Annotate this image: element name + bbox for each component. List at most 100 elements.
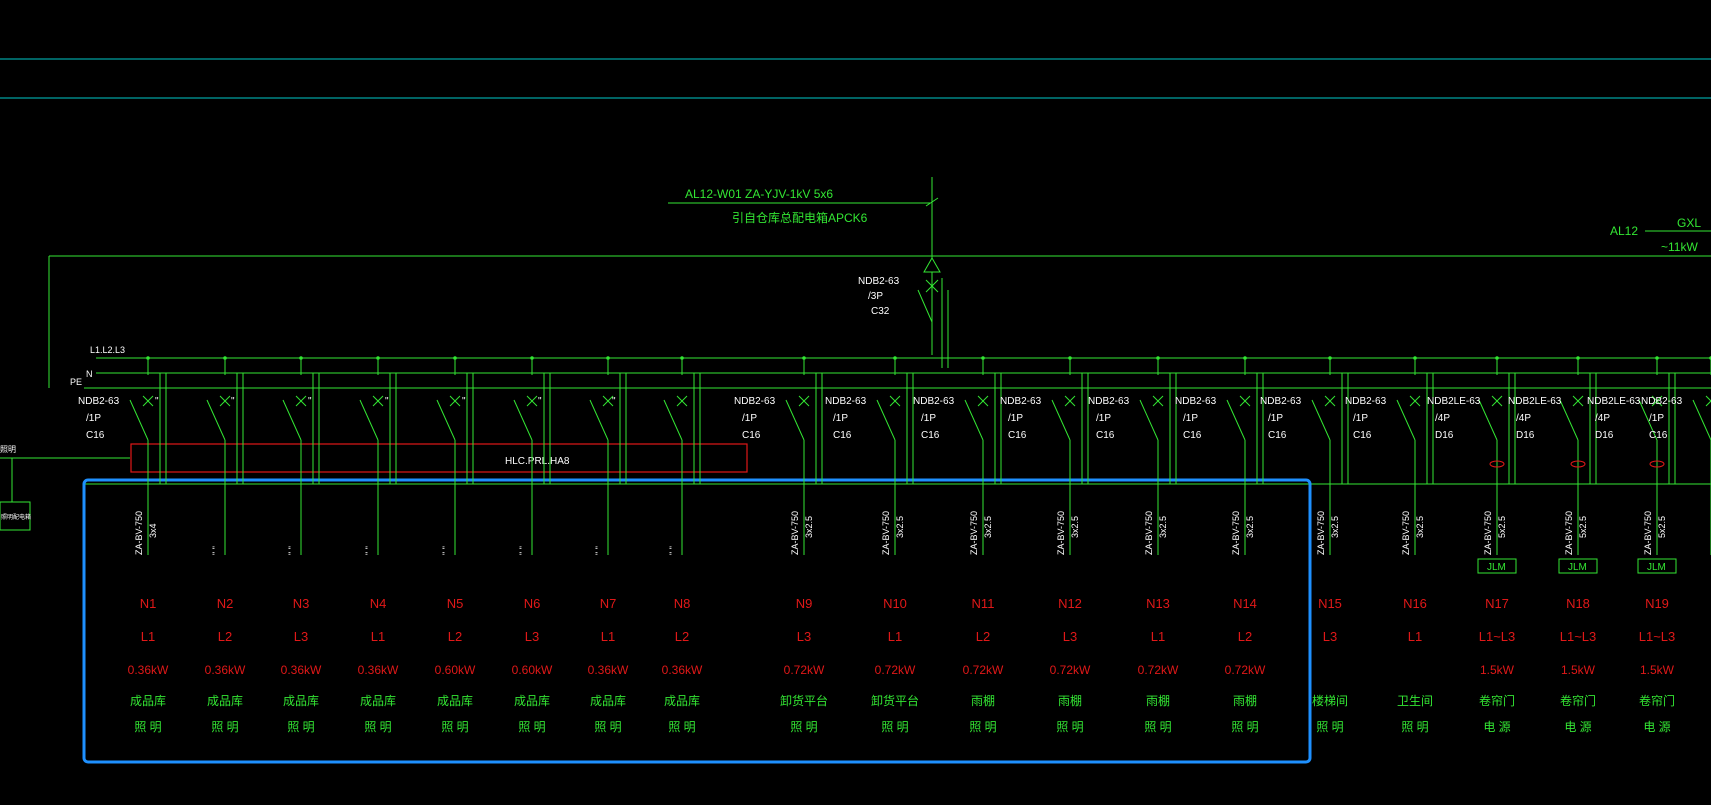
circuit-name-label: 成品库	[590, 693, 626, 708]
breaker-spec-text: C16	[86, 430, 105, 441]
breaker-spec-text: NDB2LE-63	[1508, 396, 1562, 407]
feeder-circuit-N15: NDB2-63/1P C16 ZA-BV-750 3x2.5 N15 L3 楼梯间照 明	[1260, 356, 1349, 734]
left-stub-label: 照明	[0, 445, 16, 454]
breaker-spec-text: /1P	[86, 413, 101, 424]
circuit-name-label: 卸货平台	[780, 693, 828, 708]
breaker-blade	[589, 399, 609, 441]
cable-size-text: 3x2.5	[1415, 516, 1425, 538]
bus-node-dot	[453, 356, 457, 360]
breaker-spec-text: NDB2-63	[78, 396, 120, 407]
circuit-use-label: 照 明	[594, 720, 621, 734]
breaker-cross-b	[1705, 400, 1711, 407]
main-breaker-blade	[917, 289, 933, 323]
breaker-spec-text: "	[385, 396, 389, 407]
circuit-name-label: 成品库	[283, 693, 319, 708]
circuit-power-label: 0.36kW	[662, 663, 703, 677]
incoming-source-label: 引自仓库总配电箱APCK6	[732, 210, 868, 225]
breaker-spec-text: "	[462, 396, 466, 407]
single-line-diagram: AL12-W01 ZA-YJV-1kV 5x6 引自仓库总配电箱APCK6 ND…	[0, 58, 1711, 764]
breaker-spec-text: NDB2LE-63	[1427, 396, 1481, 407]
circuit-phase-label: L2	[448, 629, 462, 644]
circuit-phase-label: L3	[525, 629, 539, 644]
breaker-cross-a	[1705, 395, 1711, 402]
breaker-spec-text: NDB2-63	[1088, 396, 1130, 407]
circuit-phase-label: L1	[1151, 629, 1165, 644]
circuit-use-label: 照 明	[1144, 720, 1171, 734]
breaker-spec-text: C16	[833, 430, 852, 441]
circuit-name-label: 雨棚	[1146, 693, 1170, 708]
breaker-spec-text: "	[308, 396, 312, 407]
right-panel-type: GXL	[1677, 216, 1701, 230]
circuit-power-label: 0.72kW	[875, 663, 916, 677]
breaker-spec-text: D16	[1516, 430, 1535, 441]
circuit-power-label: 1.5kW	[1561, 663, 1596, 677]
breaker-spec-text: /1P	[1008, 413, 1023, 424]
circuit-id-label: N19	[1645, 596, 1669, 611]
breaker-blade	[1139, 399, 1159, 441]
right-panel-power: ~11kW	[1661, 240, 1698, 254]
feeder-circuit-N2: " " " N2 L2 0.36kW 成品库照 明	[155, 356, 246, 734]
circuit-use-label: 电 源	[1564, 720, 1591, 734]
circuit-phase-label: L1~L3	[1560, 629, 1597, 644]
cable-spec-text: ZA-BV-750	[1056, 511, 1066, 555]
breaker-spec-text: C16	[1183, 430, 1202, 441]
circuit-name-label: 成品库	[664, 693, 700, 708]
breaker-blade	[206, 399, 226, 441]
left-box-label: 照明配电箱	[1, 513, 31, 521]
circuit-name-label: 雨棚	[1233, 693, 1257, 708]
bus-node-dot	[1413, 356, 1417, 360]
circuit-id-label: N4	[370, 596, 387, 611]
cable-size-text: 3x2.5	[1245, 516, 1255, 538]
breaker-spec-text: C16	[1649, 430, 1668, 441]
breaker-spec-text: /1P	[921, 413, 936, 424]
bus-node-dot	[893, 356, 897, 360]
breaker-blade	[1396, 399, 1416, 441]
circuit-id-label: N17	[1485, 596, 1509, 611]
breaker-spec-text: NDB2-63	[1345, 396, 1387, 407]
circuit-name-label: 卫生间	[1397, 694, 1433, 708]
breaker-blade	[876, 399, 896, 441]
bus-node-dot	[1068, 356, 1072, 360]
feeder-circuit-N6: " " " N6 L3 0.60kW 成品库照 明	[462, 356, 553, 734]
circuit-use-label: 照 明	[1231, 720, 1258, 734]
cable-spec-text: " "	[364, 546, 374, 555]
right-panel-name: AL12	[1610, 224, 1638, 238]
breaker-spec-text: /4P	[1435, 413, 1450, 424]
controller-box[interactable]	[130, 443, 748, 473]
bus-phases-label: L1.L2.L3	[90, 345, 125, 355]
breaker-spec-text: /4P	[1516, 413, 1531, 424]
feeder-circuit-N13: NDB2-63/1P C16 ZA-BV-750 3x2.5 N13 L1 0.72kW 雨棚…	[1088, 356, 1179, 734]
bus-node-dot	[1655, 356, 1659, 360]
circuit-use-label: 照 明	[790, 720, 817, 734]
selection-rectangle[interactable]	[82, 478, 1312, 764]
circuit-phase-label: L1	[888, 629, 902, 644]
cable-size-text: 3x2.5	[1330, 516, 1340, 538]
circuit-power-label: 0.36kW	[358, 663, 399, 677]
bus-node-dot	[606, 356, 610, 360]
bus-node-dot	[1156, 356, 1160, 360]
circuit-name-label: 成品库	[437, 693, 473, 708]
cable-spec-text: ZA-BV-750	[1316, 511, 1326, 555]
breaker-spec-text: NDB2-63	[1641, 396, 1683, 407]
circuit-id-label: N1	[140, 596, 157, 611]
circuit-power-label: 0.72kW	[1225, 663, 1266, 677]
jlm-box-label: JLM	[1487, 562, 1506, 573]
breaker-blade	[1311, 399, 1331, 441]
breaker-spec-text: C16	[742, 430, 761, 441]
circuit-id-label: N6	[524, 596, 541, 611]
circuit-id-label: N12	[1058, 596, 1082, 611]
circuit-id-label: N8	[674, 596, 691, 611]
circuit-power-label: 0.72kW	[963, 663, 1004, 677]
breaker-spec-text: NDB2-63	[913, 396, 955, 407]
cable-spec-text: " "	[668, 546, 678, 555]
breaker-spec-text: C16	[1268, 430, 1287, 441]
feeder-circuit-N12: NDB2-63/1P C16 ZA-BV-750 3x2.5 N12 L3 0.72kW 雨棚…	[1000, 356, 1091, 734]
cable-spec-text: ZA-BV-750	[969, 511, 979, 555]
circuit-power-label: 0.72kW	[1050, 663, 1091, 677]
bus-node-dot	[530, 356, 534, 360]
cable-spec-text: ZA-BV-750	[1483, 511, 1493, 555]
circuit-id-label: N15	[1318, 596, 1342, 611]
breaker-blade	[282, 399, 302, 441]
circuit-use-label: 照 明	[969, 720, 996, 734]
circuit-phase-label: L3	[1323, 629, 1337, 644]
